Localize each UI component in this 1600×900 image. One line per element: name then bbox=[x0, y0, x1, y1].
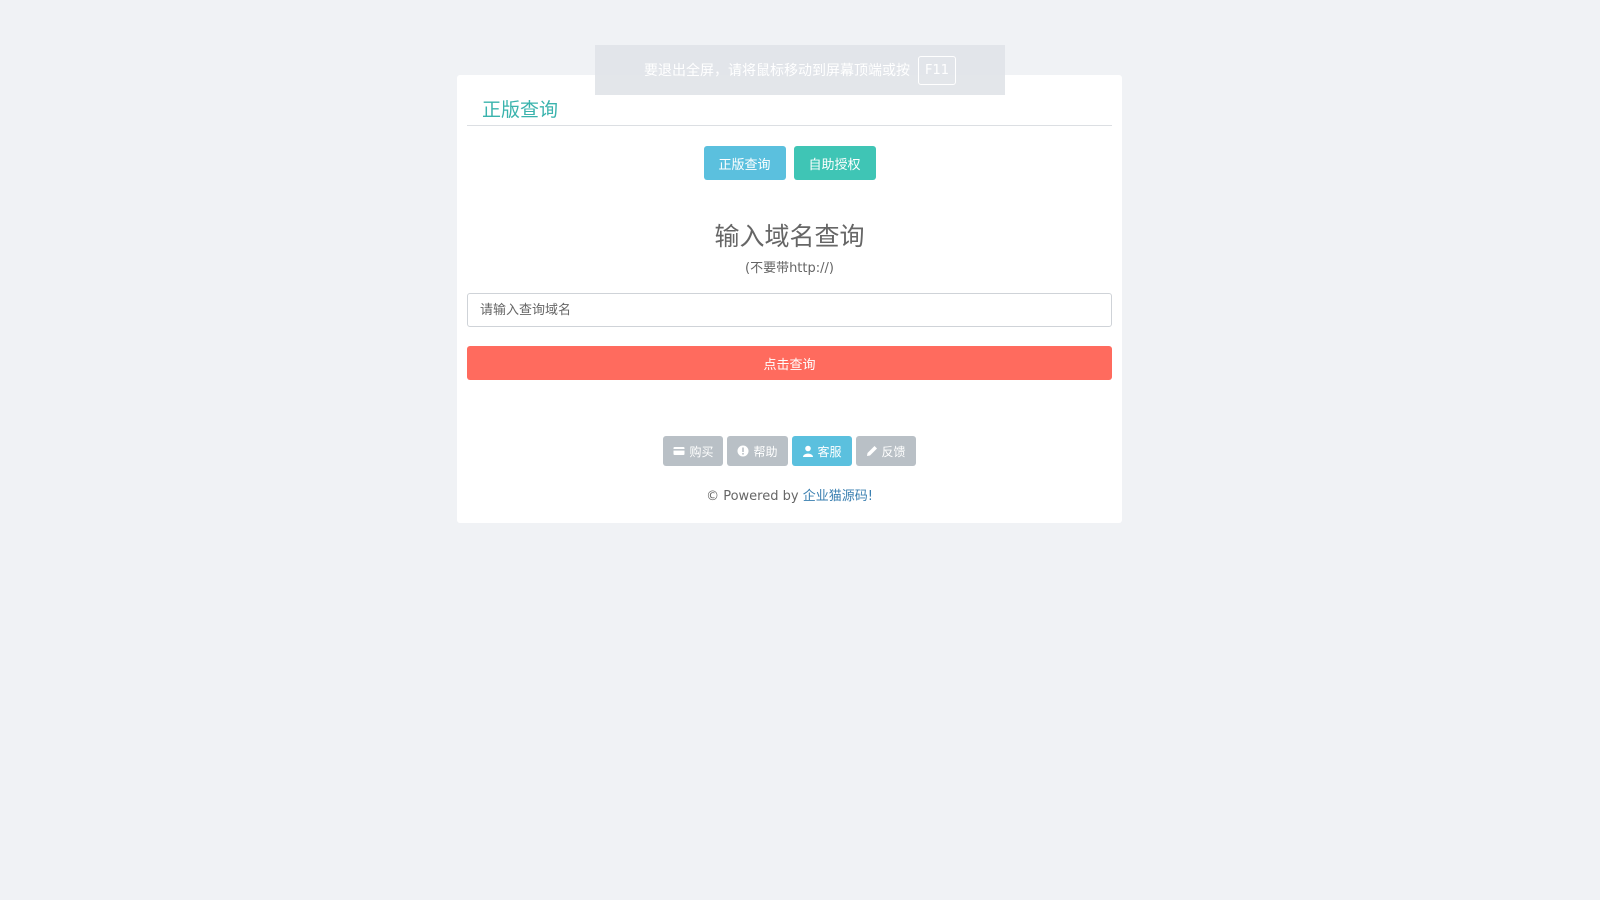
customer-service-button-label: 客服 bbox=[817, 444, 842, 459]
feedback-button[interactable]: 反馈 bbox=[855, 436, 916, 466]
fullscreen-key-badge: F11 bbox=[917, 55, 957, 85]
customer-service-button[interactable]: 客服 bbox=[791, 436, 852, 466]
input-hint: (不要带http://) bbox=[745, 261, 834, 276]
query-button[interactable]: 点击查询 bbox=[467, 346, 1112, 380]
tab-genuine-query[interactable]: 正版查询 bbox=[703, 146, 786, 180]
tab-self-authorize[interactable]: 自助授权 bbox=[793, 146, 876, 180]
user-icon bbox=[802, 445, 813, 457]
powered-by-text: © Powered by bbox=[706, 489, 803, 504]
query-panel: 正版查询 正版查询 自助授权 输入域名查询 (不要带http://) 点击查询 … bbox=[457, 75, 1122, 523]
fullscreen-notice-text: 要退出全屏，请将鼠标移动到屏幕顶端或按 bbox=[643, 63, 910, 79]
buy-button[interactable]: 购买 bbox=[663, 436, 724, 466]
feedback-button-label: 反馈 bbox=[881, 444, 906, 459]
mode-tabs: 正版查询 自助授权 bbox=[457, 146, 1122, 180]
help-button-label: 帮助 bbox=[753, 444, 778, 459]
page-heading: 输入域名查询 bbox=[714, 222, 865, 251]
credit-card-icon bbox=[673, 447, 685, 455]
buy-button-label: 购买 bbox=[689, 444, 714, 459]
fullscreen-exit-notice: 要退出全屏，请将鼠标移动到屏幕顶端或按 F11 bbox=[595, 45, 1005, 95]
help-button[interactable]: 帮助 bbox=[727, 436, 788, 466]
info-circle-icon bbox=[737, 445, 749, 457]
domain-search-input[interactable] bbox=[467, 293, 1112, 327]
pencil-icon bbox=[866, 446, 877, 456]
powered-by-link[interactable]: 企业猫源码! bbox=[803, 489, 873, 504]
footer-button-group: 购买 帮助 客服 反馈 bbox=[457, 436, 1122, 466]
panel-title: 正版查询 bbox=[482, 99, 559, 121]
powered-by-footer: © Powered by 企业猫源码! bbox=[457, 485, 1122, 504]
